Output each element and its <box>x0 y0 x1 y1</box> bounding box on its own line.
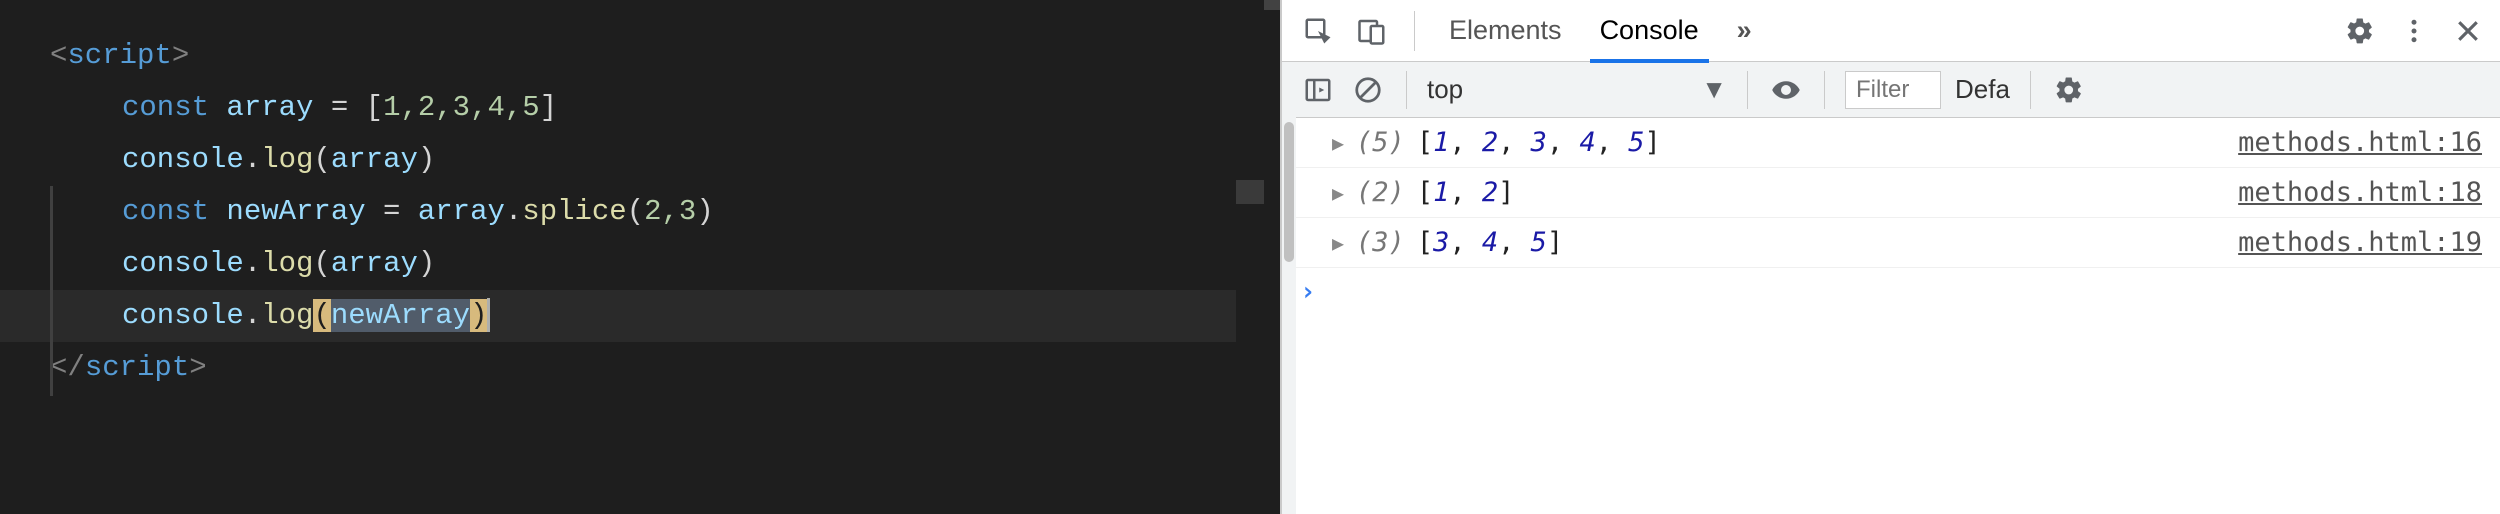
log-levels-select[interactable]: Defa <box>1955 74 2010 105</box>
tag-close-bracket: > <box>189 351 206 384</box>
assign-op: = <box>366 195 418 228</box>
inspect-element-icon[interactable] <box>1300 13 1336 49</box>
console-message[interactable]: ▶ (2) [1, 2] methods.html:18 <box>1282 168 2500 218</box>
tag-close-bracket: > <box>172 39 189 72</box>
disclosure-triangle-icon[interactable]: ▶ <box>1332 181 1344 205</box>
tab-elements[interactable]: Elements <box>1439 0 1572 62</box>
array-preview: [3, 4, 5] <box>1417 227 1563 258</box>
tab-elements-label: Elements <box>1449 15 1562 46</box>
console-toolbar: top ▼ Defa <box>1282 62 2500 118</box>
log-fn: log <box>261 299 313 332</box>
devtools-scrollbar[interactable] <box>1282 62 1296 514</box>
chevron-down-icon: ▼ <box>1701 74 1727 105</box>
keyword-const: const <box>122 195 209 228</box>
tag-open-bracket: </ <box>50 351 85 384</box>
minimap[interactable] <box>1236 0 1264 514</box>
paren-open: ( <box>627 195 644 228</box>
context-label: top <box>1427 74 1463 105</box>
live-expression-eye-icon[interactable] <box>1768 72 1804 108</box>
minimap-thumb[interactable] <box>1236 180 1264 204</box>
close-icon[interactable] <box>2450 13 2486 49</box>
tab-more-label: » <box>1737 15 1752 46</box>
log-fn: log <box>261 247 313 280</box>
keyword-const: const <box>122 91 209 124</box>
array-length: (3) <box>1356 227 1405 258</box>
text-cursor <box>487 298 490 332</box>
array-preview: [1, 2, 3, 4, 5] <box>1417 127 1661 158</box>
devtools-tab-strip: Elements Console » <box>1282 0 2500 62</box>
paren-open-matched: ( <box>313 299 330 332</box>
tag-name: script <box>67 39 171 72</box>
console-messages: ▶ (5) [1, 2, 3, 4, 5] methods.html:16 ▶ … <box>1282 118 2500 316</box>
arg-array: array <box>331 143 418 176</box>
splice-args: 2,3 <box>644 195 696 228</box>
separator <box>1406 71 1407 109</box>
array-length: (2) <box>1356 177 1405 208</box>
tab-console-label: Console <box>1600 15 1699 46</box>
levels-label: Defa <box>1955 74 2010 104</box>
arr-ref: array <box>418 195 505 228</box>
scrollbar-marker <box>1264 0 1280 10</box>
array-preview: [1, 2] <box>1417 177 1515 208</box>
console-object: console <box>122 143 244 176</box>
dot: . <box>244 299 261 332</box>
tag-open-bracket: < <box>50 39 67 72</box>
code-editor[interactable]: <script> const array = [1,2,3,4,5] conso… <box>0 0 1280 514</box>
tab-console[interactable]: Console <box>1590 0 1709 62</box>
console-object: console <box>122 247 244 280</box>
devtools-panel: Elements Console » top ▼ Defa <box>1280 0 2500 514</box>
execution-context-select[interactable]: top ▼ <box>1427 74 1727 105</box>
assign-op: = <box>313 91 365 124</box>
bracket-close: ] <box>540 91 557 124</box>
console-settings-gear-icon[interactable] <box>2051 72 2087 108</box>
log-fn: log <box>261 143 313 176</box>
paren-open: ( <box>313 247 330 280</box>
var-newarray: newArray <box>226 195 365 228</box>
array-length: (5) <box>1356 127 1405 158</box>
splice-fn: splice <box>522 195 626 228</box>
toggle-sidebar-icon[interactable] <box>1300 72 1336 108</box>
disclosure-triangle-icon[interactable]: ▶ <box>1332 131 1344 155</box>
paren-close: ) <box>418 247 435 280</box>
prompt-chevron-icon: › <box>1300 277 1316 307</box>
console-object: console <box>122 299 244 332</box>
paren-open: ( <box>313 143 330 176</box>
dot: . <box>244 143 261 176</box>
bracket-open: [ <box>366 91 383 124</box>
kebab-menu-icon[interactable] <box>2396 13 2432 49</box>
editor-scrollbar[interactable] <box>1264 0 1280 514</box>
var-array: array <box>226 91 313 124</box>
settings-gear-icon[interactable] <box>2342 13 2378 49</box>
console-message[interactable]: ▶ (5) [1, 2, 3, 4, 5] methods.html:16 <box>1282 118 2500 168</box>
filter-input[interactable] <box>1845 71 1941 109</box>
code-block: <script> const array = [1,2,3,4,5] conso… <box>50 30 1280 394</box>
dot: . <box>505 195 522 228</box>
separator <box>1824 71 1825 109</box>
paren-close: ) <box>696 195 713 228</box>
paren-close-matched: ) <box>470 299 487 332</box>
clear-console-icon[interactable] <box>1350 72 1386 108</box>
console-message[interactable]: ▶ (3) [3, 4, 5] methods.html:19 <box>1282 218 2500 268</box>
array-numbers: 1,2,3,4,5 <box>383 91 540 124</box>
arg-array: array <box>331 247 418 280</box>
tag-name: script <box>85 351 189 384</box>
paren-close: ) <box>418 143 435 176</box>
console-prompt[interactable]: › <box>1282 268 2500 316</box>
separator <box>1414 11 1415 51</box>
source-link[interactable]: methods.html:16 <box>2238 127 2482 158</box>
disclosure-triangle-icon[interactable]: ▶ <box>1332 231 1344 255</box>
source-link[interactable]: methods.html:19 <box>2238 227 2482 258</box>
dot: . <box>244 247 261 280</box>
tab-more[interactable]: » <box>1727 0 1762 62</box>
source-link[interactable]: methods.html:18 <box>2238 177 2482 208</box>
arg-newarray: newArray <box>331 299 470 332</box>
scrollbar-thumb[interactable] <box>1284 122 1294 262</box>
separator <box>2030 71 2031 109</box>
separator <box>1747 71 1748 109</box>
indent-guide <box>50 186 53 396</box>
device-toolbar-icon[interactable] <box>1354 13 1390 49</box>
